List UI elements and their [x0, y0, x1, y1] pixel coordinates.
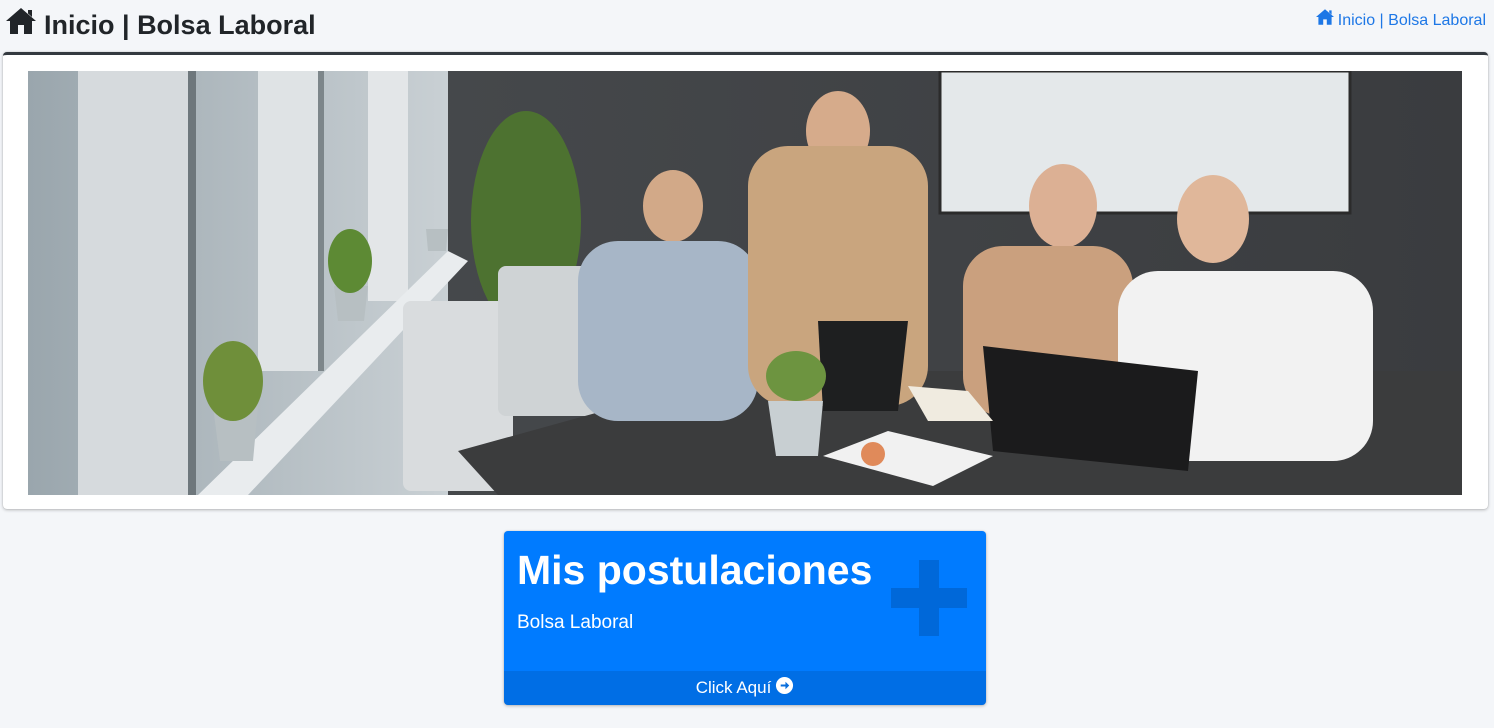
hero-card	[3, 52, 1488, 509]
applications-box-subtitle: Bolsa Laboral	[517, 612, 634, 633]
content-header: Inicio | Bolsa Laboral Inicio | Bolsa La…	[0, 0, 1494, 50]
page-title-text: Inicio | Bolsa Laboral	[44, 10, 316, 40]
home-icon	[1314, 8, 1336, 33]
home-icon	[4, 6, 38, 44]
applications-box-title: Mis postulaciones	[517, 547, 873, 593]
page-title: Inicio | Bolsa Laboral	[4, 6, 316, 44]
breadcrumb[interactable]: Inicio | Bolsa Laboral	[1314, 8, 1486, 33]
applications-box: Mis postulaciones Bolsa Laboral Click Aq…	[504, 531, 986, 705]
breadcrumb-link[interactable]: Inicio | Bolsa Laboral	[1338, 10, 1486, 32]
click-here-link[interactable]: Click Aquí	[504, 671, 986, 705]
plus-icon	[891, 560, 967, 636]
click-here-label: Click Aquí	[695, 678, 772, 697]
applications-box-inner: Mis postulaciones Bolsa Laboral	[517, 541, 872, 635]
hero-image	[28, 71, 1462, 495]
arrow-circle-right-icon	[775, 676, 794, 700]
